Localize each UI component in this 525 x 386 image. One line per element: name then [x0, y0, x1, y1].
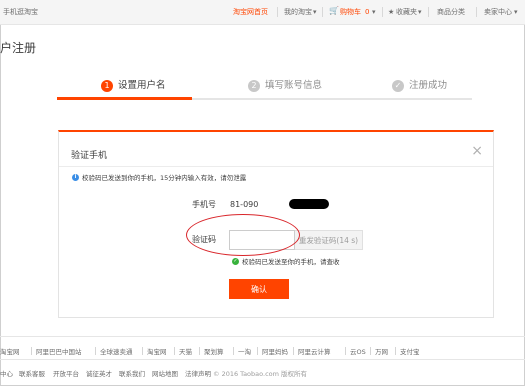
top-bar: 手机逛淘宝 淘宝网首页 我的淘宝 ▾ 🛒 购物车 0 ▾ ★ 收藏夹 ▾ 商品分…: [0, 0, 525, 25]
footer-bottom-link[interactable]: 诚征英才: [86, 368, 112, 378]
footer-bottom-link[interactable]: 网站地图: [152, 368, 178, 378]
footer-separator: [293, 347, 294, 355]
footer-bottom-link[interactable]: 开放平台: [53, 368, 79, 378]
favorites-chevron-icon: ▾: [418, 8, 422, 16]
footer-link[interactable]: 万网: [375, 346, 388, 356]
dialog-title: 验证手机: [71, 151, 108, 161]
steps-active-bar: [57, 97, 192, 100]
footer-bottom-link[interactable]: 中心: [0, 368, 13, 378]
footer-separator: [395, 347, 396, 355]
footer-link[interactable]: 淘宝网: [147, 346, 167, 356]
dialog-divider: [59, 166, 493, 167]
topbar-divider: [476, 7, 477, 17]
resend-code-button[interactable]: 重发验证码(14 s): [295, 230, 363, 250]
sent-info-text: 校验码已发送到你的手机，15分钟内输入有效，请勿泄露: [82, 174, 247, 182]
footer-link[interactable]: 支付宝: [400, 346, 420, 356]
step-3-check-icon: ✓: [392, 80, 404, 92]
footer-separator: [95, 347, 96, 355]
cart-chevron-icon: ▾: [372, 8, 376, 16]
topbar-divider: [322, 7, 323, 17]
footer-separator: [233, 347, 234, 355]
favorites-menu[interactable]: 收藏夹: [396, 7, 417, 17]
mobile-taobao-link[interactable]: 手机逛淘宝: [3, 7, 38, 17]
star-icon: ★: [388, 8, 395, 16]
seller-chevron-icon: ▾: [514, 8, 518, 16]
footer-bottom-link[interactable]: 法律声明: [185, 368, 211, 378]
step-2-badge: 2: [248, 80, 260, 92]
footer-separator: [174, 347, 175, 355]
footer-link[interactable]: 淘宝网: [0, 346, 20, 356]
footer-separator: [370, 347, 371, 355]
topbar-divider: [428, 7, 429, 17]
footer-link[interactable]: 一淘: [238, 346, 251, 356]
footer-separator: [345, 347, 346, 355]
footer-separator: [199, 347, 200, 355]
highlight-annotation: [186, 214, 300, 256]
close-icon[interactable]: ×: [471, 144, 483, 158]
page-title: 户注册: [0, 41, 37, 55]
check-icon: ✓: [232, 258, 239, 265]
phone-label: 手机号: [192, 200, 216, 209]
footer-link[interactable]: 全球速卖通: [100, 346, 133, 356]
phone-number: 81-090: [230, 200, 259, 209]
footer-separator: [142, 347, 143, 355]
footer-link[interactable]: 云OS: [350, 346, 366, 356]
info-icon: i: [72, 174, 79, 181]
registration-steps: 1 设置用户名 2 填写账号信息 ✓ 注册成功: [57, 70, 472, 100]
footer-link[interactable]: 阿里云计算: [298, 346, 331, 356]
step-1-badge: 1: [101, 80, 113, 92]
step-3-label: 注册成功: [409, 80, 448, 91]
code-sent-note: 校验码已发送至你的手机，请查收: [242, 258, 340, 266]
footer-separator: [31, 347, 32, 355]
footer-link[interactable]: 天猫: [179, 346, 192, 356]
cart-icon: 🛒: [329, 6, 339, 15]
taobao-home-link[interactable]: 淘宝网首页: [233, 7, 268, 17]
step-2-label: 填写账号信息: [265, 80, 323, 91]
cart-link[interactable]: 购物车: [340, 7, 361, 17]
my-taobao-chevron-icon: ▾: [313, 8, 317, 16]
topbar-divider: [277, 7, 278, 17]
footer-link[interactable]: 聚划算: [204, 346, 224, 356]
footer-divider: [0, 336, 525, 337]
my-taobao-menu[interactable]: 我的淘宝: [284, 7, 312, 17]
footer-link[interactable]: 阿里妈妈: [262, 346, 288, 356]
footer-separator: [257, 347, 258, 355]
footer-bottom-link[interactable]: 联系我们: [119, 368, 145, 378]
footer-link[interactable]: 阿里巴巴中国站: [36, 346, 82, 356]
categories-link[interactable]: 商品分类: [437, 7, 465, 17]
seller-center-menu[interactable]: 卖家中心: [484, 7, 512, 17]
footer-bottom-link[interactable]: 联系客服: [19, 368, 45, 378]
copyright-text: © 2016 Taobao.com 版权所有: [213, 370, 308, 378]
redacted-phone-mask: [289, 199, 329, 209]
footer-divider: [0, 359, 525, 360]
cart-count: 0: [365, 8, 370, 16]
step-1-label: 设置用户名: [118, 80, 166, 91]
confirm-button[interactable]: 确认: [229, 279, 289, 299]
topbar-divider: [382, 7, 383, 17]
